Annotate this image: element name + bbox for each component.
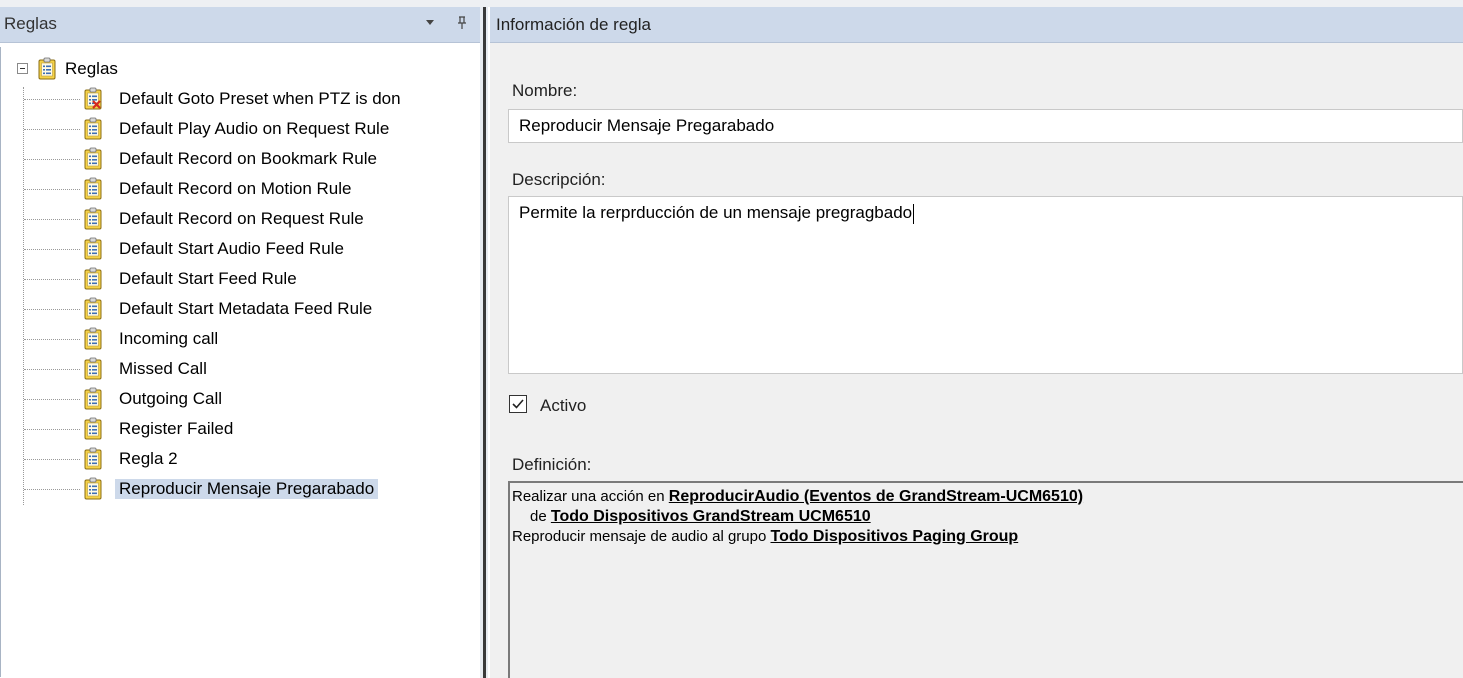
rule-icon: [84, 387, 102, 410]
rule-tree-item[interactable]: Default Start Metadata Feed Rule: [1, 295, 481, 323]
rule-icon: [84, 447, 102, 470]
name-field-value: Reproducir Mensaje Pregarabado: [519, 116, 775, 135]
active-label[interactable]: Activo: [540, 396, 586, 416]
rule-info-pane: Información de regla Nombre: Reproducir …: [490, 7, 1463, 678]
definition-box: Realizar una acción en ReproducirAudio (…: [508, 481, 1463, 678]
tree-connector-branch: [24, 369, 80, 370]
tree-connector-branch: [24, 219, 80, 220]
definition-line-1: Realizar una acción en ReproducirAudio (…: [512, 487, 1461, 507]
rule-tree-item[interactable]: Default Record on Request Rule: [1, 205, 481, 233]
tree-connector-branch: [24, 399, 80, 400]
rule-tree-item[interactable]: Missed Call: [1, 355, 481, 383]
rule-icon: [84, 147, 102, 170]
tree-connector-branch: [24, 99, 80, 100]
rule-tree-item-label: Reproducir Mensaje Pregarabado: [115, 479, 379, 499]
rule-tree-item[interactable]: Register Failed: [1, 415, 481, 443]
definition-line-3: Reproducir mensaje de audio al grupo Tod…: [512, 527, 1461, 547]
collapse-icon[interactable]: [17, 63, 28, 74]
definition-label: Definición:: [512, 455, 592, 474]
rule-icon: [84, 117, 102, 140]
checkmark-icon: [512, 399, 524, 409]
rules-pane-title: Reglas: [4, 14, 57, 33]
rule-tree-item[interactable]: Incoming call: [1, 325, 481, 353]
rule-icon: [84, 297, 102, 320]
rule-tree-item[interactable]: Default Record on Motion Rule: [1, 175, 481, 203]
rule-icon: [84, 417, 102, 440]
rule-tree-item-label: Default Record on Motion Rule: [119, 179, 352, 198]
rule-tree-item-label: Regla 2: [119, 449, 178, 468]
name-label: Nombre:: [512, 81, 578, 100]
rule-tree-item[interactable]: Default Record on Bookmark Rule: [1, 145, 481, 173]
tree-connector-branch: [24, 189, 80, 190]
rule-tree-item[interactable]: Default Play Audio on Request Rule: [1, 115, 481, 143]
rule-tree-item-label: Default Record on Request Rule: [119, 209, 364, 228]
tree-root-row[interactable]: Reglas: [1, 55, 481, 83]
rule-tree-item[interactable]: Default Start Audio Feed Rule: [1, 235, 481, 263]
tree-connector-branch: [24, 489, 80, 490]
tree-connector-branch: [24, 309, 80, 310]
definition-playback-prefix: Reproducir mensaje de audio al grupo: [512, 528, 771, 545]
rule-info-header: Información de regla: [490, 7, 1463, 43]
rule-icon: [84, 477, 102, 500]
splitter-bar: [483, 7, 486, 678]
name-field[interactable]: Reproducir Mensaje Pregarabado: [508, 109, 1463, 143]
rule-icon: [84, 267, 102, 290]
rule-tree-item[interactable]: Reproducir Mensaje Pregarabado: [1, 475, 481, 503]
rule-tree-item[interactable]: Default Goto Preset when PTZ is don: [1, 85, 481, 113]
action-link[interactable]: ReproducirAudio (Eventos de GrandStream-…: [669, 488, 1083, 505]
rule-tree-item-label: Incoming call: [119, 329, 219, 348]
rule-icon: [84, 327, 102, 350]
rules-folder-icon: [38, 57, 56, 80]
rule-tree-item-label: Outgoing Call: [119, 389, 223, 408]
description-field-value: Permite la rerprducción de un mensaje pr…: [519, 203, 913, 222]
pin-icon[interactable]: [452, 13, 472, 33]
rule-tree-item[interactable]: Default Start Feed Rule: [1, 265, 481, 293]
rules-pane: Reglas Reglas Default Goto Preset when P…: [0, 7, 480, 678]
rule-tree-item-label: Default Play Audio on Request Rule: [119, 119, 390, 138]
source-devices-link[interactable]: Todo Dispositivos GrandStream UCM6510: [551, 508, 871, 525]
rule-tree-item[interactable]: Regla 2: [1, 445, 481, 473]
tree-connector-branch: [24, 429, 80, 430]
rule-info-title: Información de regla: [496, 15, 651, 34]
rule-tree-item-label: Missed Call: [119, 359, 207, 378]
rule-icon: [84, 207, 102, 230]
tree-connector-branch: [24, 459, 80, 460]
pane-dropdown-icon[interactable]: [420, 13, 440, 33]
description-field[interactable]: Permite la rerprducción de un mensaje pr…: [508, 196, 1463, 374]
definition-source-prefix: de: [530, 508, 551, 525]
rule-tree-item-label: Register Failed: [119, 419, 234, 438]
rule-tree-item[interactable]: Outgoing Call: [1, 385, 481, 413]
description-label: Descripción:: [512, 170, 606, 189]
rule-icon: [84, 357, 102, 380]
tree-connector-branch: [24, 249, 80, 250]
tree-connector-branch: [24, 159, 80, 160]
pane-splitter[interactable]: [480, 7, 488, 678]
rule-disabled-icon: [84, 87, 102, 110]
rule-tree-item-label: Default Start Audio Feed Rule: [119, 239, 344, 258]
active-checkbox[interactable]: [509, 395, 527, 413]
rule-tree-item-label: Default Start Metadata Feed Rule: [119, 299, 373, 318]
rule-tree-item-label: Default Start Feed Rule: [119, 269, 297, 288]
text-caret: [913, 203, 915, 224]
rule-tree-item-label: Default Goto Preset when PTZ is don: [119, 89, 401, 108]
definition-action-prefix: Realizar una acción en: [512, 488, 669, 505]
tree-root-label: Reglas: [65, 59, 118, 78]
rule-icon: [84, 237, 102, 260]
tree-connector-branch: [24, 339, 80, 340]
rule-icon: [84, 177, 102, 200]
tree-connector-branch: [24, 279, 80, 280]
paging-group-link[interactable]: Todo Dispositivos Paging Group: [771, 528, 1019, 545]
rules-tree[interactable]: Reglas Default Goto Preset when PTZ is d…: [0, 47, 480, 677]
rules-window: Reglas Reglas Default Goto Preset when P…: [0, 0, 1463, 678]
tree-connector-branch: [24, 129, 80, 130]
rule-tree-item-label: Default Record on Bookmark Rule: [119, 149, 377, 168]
top-strip: [0, 0, 1463, 7]
rules-pane-header: Reglas: [0, 7, 480, 43]
definition-line-2: de Todo Dispositivos GrandStream UCM6510: [512, 507, 1461, 527]
